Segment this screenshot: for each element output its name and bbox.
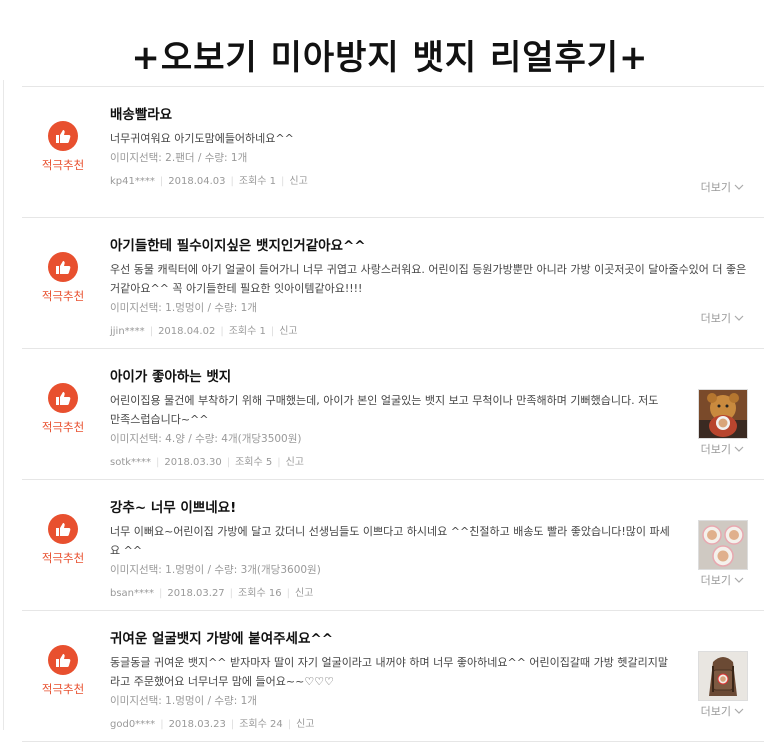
thumbs-up-icon: [48, 645, 78, 675]
author-id: jjin****: [110, 326, 145, 337]
recommend-badge: 적극추천: [40, 383, 86, 435]
recommend-label: 적극추천: [41, 158, 85, 172]
review-date: 2018.03.30: [164, 457, 222, 468]
review-meta: kp41**** | 2018.04.03 | 조회수 1 | 신고: [110, 176, 308, 187]
report-link[interactable]: 신고: [286, 457, 304, 468]
report-link[interactable]: 신고: [279, 326, 297, 337]
view-count: 조회수 5: [235, 457, 273, 468]
review-date: 2018.04.02: [158, 326, 216, 337]
view-count: 조회수 24: [239, 719, 283, 730]
review-text: 너무귀여워요 아기도맘에들어하네요^^: [110, 132, 294, 145]
review-body: 강추~ 너무 이쁘네요! 너무 이뻐요~어린이집 가방에 달고 갔더니 선생님들…: [110, 498, 670, 602]
review-item: 적극추천 배송빨라요 너무귀여워요 아기도맘에들어하네요^^ 이미지선택: 2.…: [22, 87, 764, 218]
review-date: 2018.03.23: [168, 719, 226, 730]
thumbs-up-icon: [48, 252, 78, 282]
option-info: 이미지선택: 2.팬더 / 수량: 1개: [110, 152, 248, 164]
badges-photo-icon[interactable]: [698, 520, 748, 570]
review-meta: god0**** | 2018.03.23 | 조회수 24 | 신고: [110, 719, 315, 730]
report-link[interactable]: 신고: [296, 719, 314, 730]
page-title: +오보기 미아방지 뱃지 리얼후기+: [131, 38, 649, 78]
review-item: 적극추천 귀여운 얼굴뱃지 가방에 붙여주세요^^ 동글동글 귀여운 뱃지^^ …: [22, 611, 764, 742]
chevron-down-icon: [734, 577, 744, 583]
view-count: 조회수 16: [238, 588, 282, 599]
left-divider: [3, 80, 4, 730]
view-count: 조회수 1: [238, 176, 277, 187]
review-body: 귀여운 얼굴뱃지 가방에 붙여주세요^^ 동글동글 귀여운 뱃지^^ 받자마자 …: [110, 629, 670, 733]
review-title[interactable]: 아이가 좋아하는 뱃지: [110, 367, 670, 387]
more-button[interactable]: 더보기: [701, 310, 744, 326]
author-id: sotk****: [110, 457, 152, 468]
review-title[interactable]: 강추~ 너무 이쁘네요!: [110, 498, 670, 518]
review-meta: jjin**** | 2018.04.02 | 조회수 1 | 신고: [110, 326, 298, 337]
recommend-badge: 적극추천: [40, 121, 86, 173]
review-meta: sotk**** | 2018.03.30 | 조회수 5 | 신고: [110, 457, 304, 468]
recommend-badge: 적극추천: [40, 514, 86, 566]
review-item: 적극추천 아기들한테 필수이지싶은 뱃지인거같아요^^ 우선 동물 캐릭터에 아…: [22, 218, 764, 349]
more-button[interactable]: 더보기: [701, 703, 744, 719]
report-link[interactable]: 신고: [289, 176, 307, 187]
review-text: 너무 이뻐요~어린이집 가방에 달고 갔더니 선생님들도 이쁘다고 하시네요 ^…: [110, 525, 670, 557]
thumbs-up-icon: [48, 514, 78, 544]
recommend-badge: 적극추천: [40, 645, 86, 697]
more-label: 더보기: [700, 312, 731, 325]
chevron-down-icon: [734, 315, 744, 321]
review-list: 적극추천 배송빨라요 너무귀여워요 아기도맘에들어하네요^^ 이미지선택: 2.…: [22, 86, 764, 742]
recommend-badge: 적극추천: [40, 252, 86, 304]
review-text: 동글동글 귀여운 뱃지^^ 받자마자 딸이 자기 얼굴이라고 내꺼야 하며 너무…: [110, 656, 668, 688]
recommend-label: 적극추천: [41, 682, 85, 696]
review-item: 적극추천 아이가 좋아하는 뱃지 어린이집용 물건에 부착하기 위해 구매했는데…: [22, 349, 764, 480]
more-label: 더보기: [700, 574, 731, 587]
review-title[interactable]: 배송빨라요: [110, 105, 750, 125]
chevron-down-icon: [734, 446, 744, 452]
option-info: 이미지선택: 1.멍멍이 / 수량: 1개: [110, 302, 257, 314]
review-body: 배송빨라요 너무귀여워요 아기도맘에들어하네요^^ 이미지선택: 2.팬더 / …: [110, 105, 750, 190]
review-item: 적극추천 강추~ 너무 이쁘네요! 너무 이뻐요~어린이집 가방에 달고 갔더니…: [22, 480, 764, 611]
option-info: 이미지선택: 4.양 / 수량: 4개(개당3500원): [110, 433, 302, 445]
more-label: 더보기: [700, 443, 731, 456]
review-meta: bsan**** | 2018.03.27 | 조회수 16 | 신고: [110, 588, 314, 599]
thumbs-up-icon: [48, 121, 78, 151]
recommend-label: 적극추천: [41, 420, 85, 434]
backpack-photo-icon[interactable]: [698, 651, 748, 701]
author-id: bsan****: [110, 588, 155, 599]
recommend-label: 적극추천: [41, 289, 85, 303]
more-button[interactable]: 더보기: [701, 572, 744, 588]
review-date: 2018.03.27: [167, 588, 225, 599]
chevron-down-icon: [734, 708, 744, 714]
view-count: 조회수 1: [228, 326, 266, 337]
chevron-down-icon: [734, 184, 744, 190]
author-id: kp41****: [110, 176, 155, 187]
more-label: 더보기: [700, 705, 731, 718]
review-body: 아기들한테 필수이지싶은 뱃지인거같아요^^ 우선 동물 캐릭터에 아기 얼굴이…: [110, 236, 750, 340]
more-label: 더보기: [700, 181, 731, 194]
author-id: god0****: [110, 719, 156, 730]
bear-doll-photo-icon[interactable]: [698, 389, 748, 439]
review-title[interactable]: 아기들한테 필수이지싶은 뱃지인거같아요^^: [110, 236, 750, 256]
review-body: 아이가 좋아하는 뱃지 어린이집용 물건에 부착하기 위해 구매했는데, 아이가…: [110, 367, 670, 471]
review-text: 어린이집용 물건에 부착하기 위해 구매했는데, 아이가 본인 얼굴있는 뱃지 …: [110, 394, 659, 426]
report-link[interactable]: 신고: [295, 588, 313, 599]
more-button[interactable]: 더보기: [701, 441, 744, 457]
review-text: 우선 동물 캐릭터에 아기 얼굴이 들어가니 너무 귀엽고 사랑스러워요. 어린…: [110, 263, 747, 295]
recommend-label: 적극추천: [41, 551, 85, 565]
option-info: 이미지선택: 1.멍멍이 / 수량: 1개: [110, 695, 257, 707]
more-button[interactable]: 더보기: [701, 179, 744, 195]
review-title[interactable]: 귀여운 얼굴뱃지 가방에 붙여주세요^^: [110, 629, 670, 649]
thumbs-up-icon: [48, 383, 78, 413]
review-date: 2018.04.03: [168, 176, 226, 187]
option-info: 이미지선택: 1.멍멍이 / 수량: 3개(개당3600원): [110, 564, 321, 576]
